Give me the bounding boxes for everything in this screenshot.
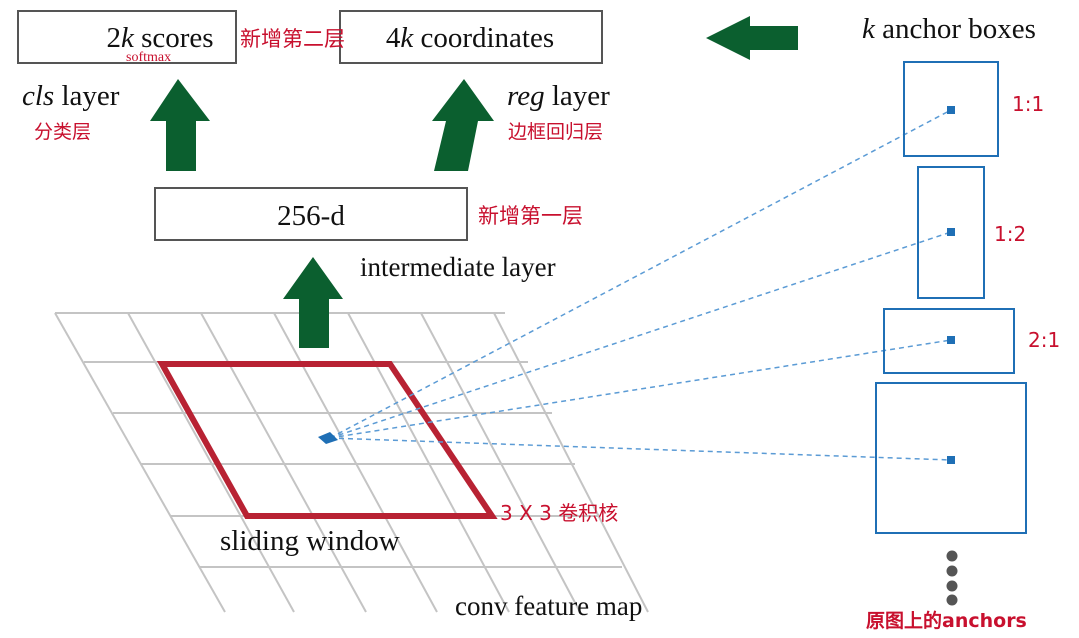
anchor-center-point: [947, 456, 955, 464]
sliding-window-label: sliding window: [220, 525, 400, 557]
anchor-center-points: [947, 106, 955, 464]
bbox-regression-layer-note: 边框回归层: [508, 121, 603, 143]
projection-line: [329, 437, 952, 461]
rpn-diagram-stage: 2k scores 4k coordinates cls layer reg l…: [0, 0, 1079, 638]
anchor-ratio-label: 2:1: [1028, 328, 1060, 352]
anchor-center-point: [947, 336, 955, 344]
window-center-marker: [318, 432, 338, 444]
rpn-diagram: 2k scores 4k coordinates cls layer reg l…: [17, 10, 1060, 632]
intermediate-box-label: 256-d: [277, 200, 345, 232]
anchor-center-point: [947, 228, 955, 236]
up-arrow-icon: [432, 79, 494, 171]
projection-line: [329, 339, 952, 439]
anchor-boxes-title: k anchor boxes: [862, 13, 1036, 45]
left-arrow-icon: [706, 16, 798, 60]
reg-layer-label: reg layer: [507, 80, 610, 112]
conv-feature-map-label: conv feature map: [455, 591, 642, 621]
kernel-note: 3 X 3 卷积核: [500, 501, 618, 525]
anchor-ratio-label: 1:2: [994, 222, 1026, 246]
coordinates-label: 4k coordinates: [386, 22, 554, 54]
conv-feature-map-grid: [54, 312, 649, 613]
grid-line: [54, 312, 226, 613]
ellipsis-dots-icon: [946, 550, 958, 606]
up-arrow-icon: [150, 79, 210, 171]
intermediate-layer-label: intermediate layer: [360, 252, 556, 282]
original-anchors-note: 原图上的anchors: [866, 609, 1027, 632]
classification-layer-note: 分类层: [34, 121, 91, 143]
cls-layer-label: cls layer: [22, 80, 120, 112]
new-second-layer-note: 新增第二层: [240, 27, 345, 51]
projection-lines: [329, 109, 952, 461]
anchor-center-point: [947, 106, 955, 114]
up-arrow-icon: [283, 257, 343, 348]
anchor-ratio-label: 1:1: [1012, 92, 1044, 116]
softmax-note: softmax: [126, 50, 171, 65]
new-first-layer-note: 新增第一层: [478, 204, 583, 228]
